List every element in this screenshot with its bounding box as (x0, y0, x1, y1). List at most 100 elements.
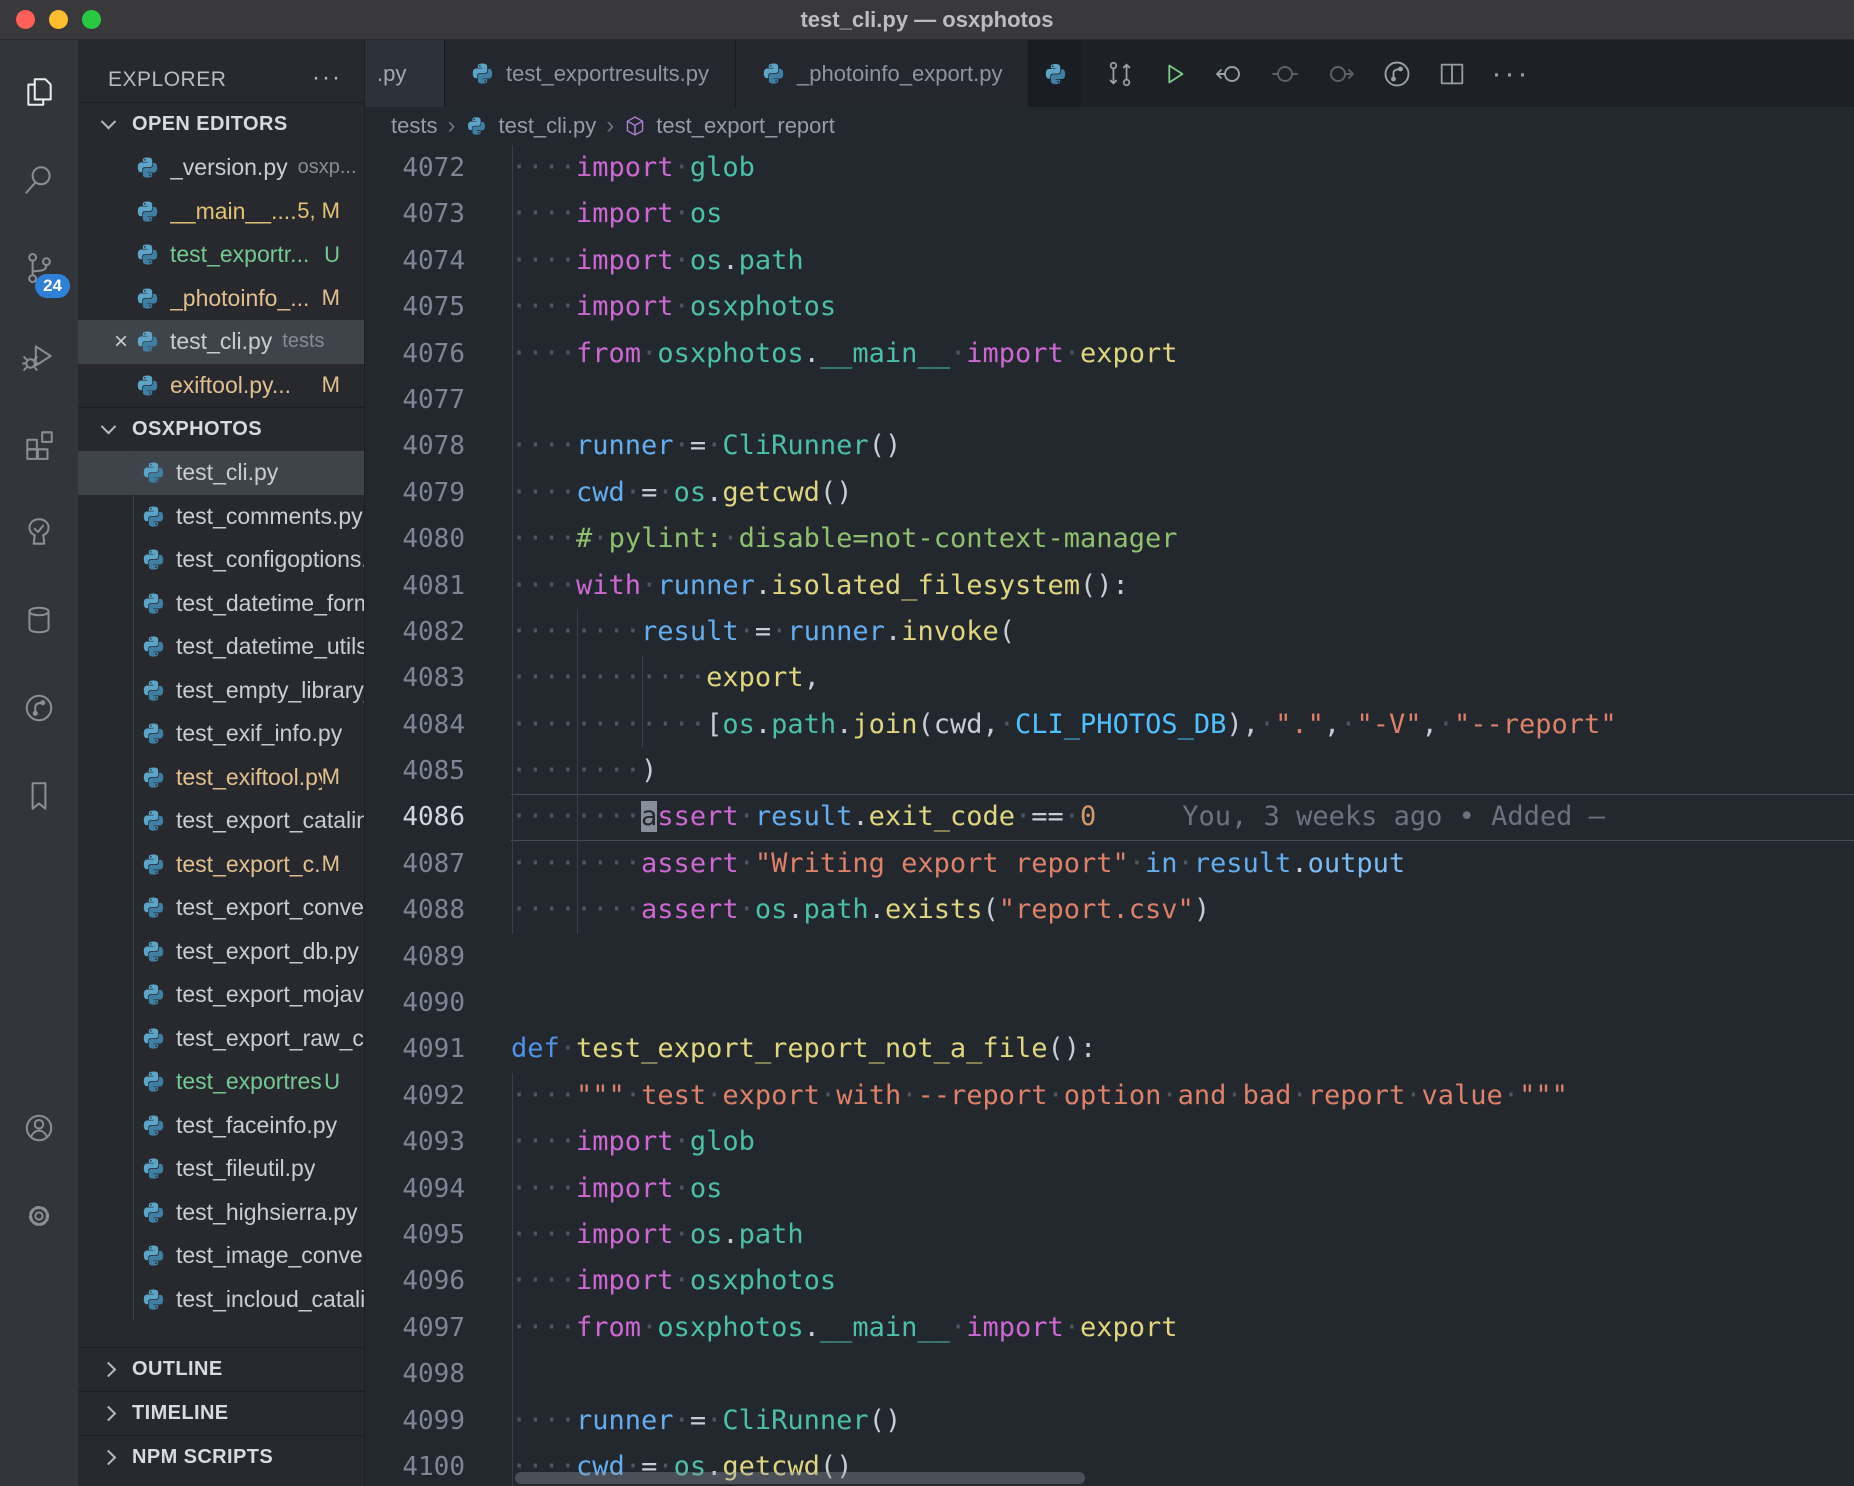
gitlens-view-button[interactable] (0, 664, 78, 752)
code-line[interactable]: 4087········assert·"Writing export repor… (365, 841, 1854, 887)
tree-item[interactable]: test_exiftool.pyM (78, 756, 364, 800)
code-line[interactable]: 4098 (365, 1351, 1854, 1397)
sidebar-section-outline[interactable]: OUTLINE (78, 1347, 364, 1391)
tree-item[interactable]: test_datetime_utils.... (78, 625, 364, 669)
bookmarks-view-button[interactable] (0, 752, 78, 840)
code-line[interactable]: 4095····import·os.path (365, 1212, 1854, 1258)
open-editor-item[interactable]: _photoinfo_...M (78, 277, 364, 321)
tree-item[interactable]: test_export_mojave... (78, 973, 364, 1017)
code-line[interactable]: 4081····with·runner.isolated_filesystem(… (365, 563, 1854, 609)
code-line[interactable]: 4090 (365, 980, 1854, 1026)
run-icon[interactable] (1159, 59, 1189, 89)
explorer-more-actions-button[interactable]: ··· (312, 64, 342, 92)
open-editors-section-header[interactable]: OPEN EDITORS (78, 102, 364, 146)
line-number: 4099 (365, 1398, 511, 1444)
extensions-view-button[interactable] (0, 400, 78, 488)
python-interpreter-button[interactable] (1029, 40, 1081, 107)
split-editor-icon[interactable] (1437, 59, 1467, 89)
nav-circle-icon[interactable] (1269, 58, 1301, 90)
nav-forward-icon[interactable] (1325, 58, 1357, 90)
gitlens-graph-icon[interactable] (1381, 58, 1413, 90)
minimize-window-button[interactable] (49, 10, 68, 29)
code-line[interactable]: 4091def·test_export_report_not_a_file(): (365, 1026, 1854, 1072)
open-editor-item[interactable]: ×test_cli.pytests (78, 320, 364, 364)
python-file-icon (142, 505, 165, 528)
tree-item[interactable]: test_highsierra.py (78, 1191, 364, 1235)
code-line[interactable]: 4082········result·=·runner.invoke( (365, 609, 1854, 655)
tree-item[interactable]: test_export_conver... (78, 886, 364, 930)
code-line[interactable]: 4079····cwd·=·os.getcwd() (365, 470, 1854, 516)
code-line[interactable]: 4074····import·os.path (365, 238, 1854, 284)
open-editor-item[interactable]: _version.pyosxp... (78, 146, 364, 190)
tree-item[interactable]: test_export_db.py (78, 930, 364, 974)
code-line[interactable]: 4083············export, (365, 655, 1854, 701)
tree-item[interactable]: test_datetime_form... (78, 582, 364, 626)
close-icon[interactable]: × (78, 328, 136, 356)
tab-_photoinfo_export[interactable]: _photoinfo_export.py (736, 40, 1030, 107)
tree-item[interactable]: test_export_raw_ca... (78, 1017, 364, 1061)
tab-test_cli-partial[interactable]: .py (365, 40, 445, 107)
database-view-button[interactable] (0, 576, 78, 664)
open-editor-item[interactable]: __main__....5, M (78, 190, 364, 234)
more-actions-icon[interactable]: ··· (1491, 57, 1530, 91)
code-line[interactable]: 4085········) (365, 748, 1854, 794)
settings-button[interactable] (0, 1172, 78, 1260)
horizontal-scrollbar[interactable] (515, 1472, 1085, 1484)
sidebar-section-npm-scripts[interactable]: NPM SCRIPTS (78, 1435, 364, 1479)
tree-item[interactable]: test_comments.py (78, 495, 364, 539)
tree-item[interactable]: test_cli.py (78, 451, 364, 495)
tree-item[interactable]: test_exif_info.py (78, 712, 364, 756)
code-line[interactable]: 4076····from·osxphotos.__main__·import·e… (365, 331, 1854, 377)
code-line[interactable]: 4080····#·pylint:·disable=not-context-ma… (365, 516, 1854, 562)
open-editor-item[interactable]: exiftool.py...M (78, 364, 364, 408)
nav-back-icon[interactable] (1213, 58, 1245, 90)
tree-item[interactable]: test_empty_library_... (78, 669, 364, 713)
breadcrumb-symbol[interactable]: test_export_report (656, 113, 835, 139)
code-line[interactable]: 4086········assert·result.exit_code·==·0… (365, 794, 1854, 840)
close-window-button[interactable] (16, 10, 35, 29)
code-line[interactable]: 4094····import·os (365, 1166, 1854, 1212)
code-line[interactable]: 4084············[os.path.join(cwd,·CLI_P… (365, 702, 1854, 748)
code-line[interactable]: 4078····runner·=·CliRunner() (365, 423, 1854, 469)
code-line[interactable]: 4072····import·glob (365, 145, 1854, 191)
compare-changes-icon[interactable] (1105, 59, 1135, 89)
code-text: ····cwd·=·os.getcwd() (511, 470, 1854, 516)
code-line[interactable]: 4088········assert·os.path.exists("repor… (365, 887, 1854, 933)
open-editor-item[interactable]: test_exportr...U (78, 233, 364, 277)
code-line[interactable]: 4075····import·osxphotos (365, 284, 1854, 330)
breadcrumb-tests[interactable]: tests (391, 113, 437, 139)
code-line[interactable]: 4097····from·osxphotos.__main__·import·e… (365, 1305, 1854, 1351)
code-line[interactable]: 4093····import·glob (365, 1119, 1854, 1165)
code-line[interactable]: 4089 (365, 934, 1854, 980)
breadcrumb-file[interactable]: test_cli.py (498, 113, 596, 139)
code-token: test_export_report_not_a_file (576, 1033, 1047, 1064)
code-line[interactable]: 4096····import·osxphotos (365, 1258, 1854, 1304)
tree-item[interactable]: test_fileutil.py (78, 1147, 364, 1191)
sidebar-section-timeline[interactable]: TIMELINE (78, 1391, 364, 1435)
tree-item[interactable]: test_configoptions.... (78, 538, 364, 582)
run-debug-view-button[interactable] (0, 312, 78, 400)
tree-item[interactable]: test_faceinfo.py (78, 1104, 364, 1148)
tree-item[interactable]: test_image_convert... (78, 1234, 364, 1278)
code-line[interactable]: 4092····"""·test·export·with·--report·op… (365, 1073, 1854, 1119)
code-text: ········assert·"Writing export report"·i… (511, 841, 1854, 887)
code-token: , (1324, 709, 1340, 740)
tree-item[interactable]: test_export_c...M (78, 843, 364, 887)
todo-tree-view-button[interactable] (0, 488, 78, 576)
code-line[interactable]: 4077 (365, 377, 1854, 423)
tree-item[interactable]: test_exportres...U (78, 1060, 364, 1104)
search-view-button[interactable] (0, 136, 78, 224)
code-editor[interactable]: 4072····import·glob4073····import·os4074… (365, 145, 1854, 1486)
code-line[interactable]: 4073····import·os (365, 191, 1854, 237)
source-control-view-button[interactable]: 24 (0, 224, 78, 312)
code-token: · (1340, 709, 1356, 740)
zoom-window-button[interactable] (82, 10, 101, 29)
code-line[interactable]: 4099····runner·=·CliRunner() (365, 1398, 1854, 1444)
tree-item[interactable]: test_incloud_catali... (78, 1278, 364, 1322)
file-name: test_cli.py (170, 328, 272, 355)
tab-test_exportresults[interactable]: test_exportresults.py (445, 40, 736, 107)
account-button[interactable] (0, 1084, 78, 1172)
project-section-header[interactable]: OSXPHOTOS (78, 407, 364, 451)
tree-item[interactable]: test_export_catalin... (78, 799, 364, 843)
explorer-view-button[interactable] (0, 48, 78, 136)
